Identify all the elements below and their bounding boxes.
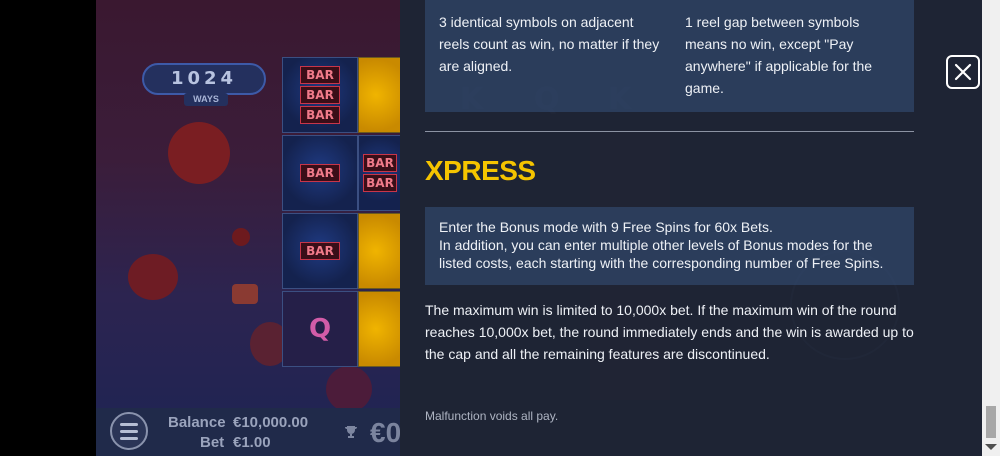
scroll-down-icon[interactable]: [985, 444, 997, 450]
reel-cell: BAR BAR BAR: [282, 57, 358, 133]
menu-icon-line: [120, 429, 138, 433]
rule-reel-gap: 1 reel gap between symbols means no win,…: [685, 14, 873, 96]
max-win-text: The maximum win is limited to 10,000x be…: [425, 302, 914, 362]
malfunction-text: Malfunction voids all pay.: [425, 409, 559, 423]
ways-label: WAYS: [184, 93, 228, 106]
bar-symbol: BAR: [300, 242, 340, 260]
xpress-line-1: Enter the Bonus mode with 9 Free Spins f…: [439, 219, 773, 235]
rule-adjacent-reels: 3 identical symbols on adjacent reels co…: [439, 14, 660, 74]
ways-number: 1024: [170, 68, 238, 89]
bar-symbol: BAR: [300, 86, 340, 104]
xpress-line-2: In addition, you can enter multiple othe…: [439, 237, 884, 271]
melon-decoration: [232, 284, 258, 304]
bet-value: €1.00: [233, 434, 271, 451]
close-icon: [954, 63, 972, 81]
menu-icon-line: [120, 422, 138, 426]
balance-value: €10,000.00: [233, 414, 309, 431]
balance-label: Balance: [168, 414, 226, 431]
bar-symbol: BAR: [363, 174, 397, 192]
reel-grid: BAR BAR BAR BAR BAR BAR BAR Q: [280, 57, 402, 367]
reel-cell-lemon: [358, 213, 402, 289]
scrollbar-thumb[interactable]: [986, 406, 996, 438]
reel-cell: BAR: [282, 213, 358, 289]
bar-symbol: BAR: [300, 106, 340, 124]
reel-cell: BAR: [282, 135, 358, 211]
reel-cell: BAR BAR: [358, 135, 402, 211]
menu-button[interactable]: [110, 412, 148, 450]
reel-cell-orange: [358, 291, 402, 367]
scrollbar[interactable]: [982, 0, 1000, 456]
section-divider: [425, 131, 914, 132]
reel-cell-lemon: [358, 57, 402, 133]
section-title: XPRESS: [425, 155, 536, 186]
bar-symbol: BAR: [363, 154, 397, 172]
q-symbol: Q: [308, 314, 332, 344]
xpress-description: Enter the Bonus mode with 9 Free Spins f…: [439, 218, 909, 272]
bar-symbol: BAR: [300, 66, 340, 84]
strawberry-decoration: [232, 228, 250, 246]
close-button[interactable]: [946, 55, 980, 89]
strawberry-decoration: [128, 254, 178, 300]
ways-badge: 1024 WAYS: [142, 63, 266, 106]
reel-cell: Q: [282, 291, 358, 367]
plum-decoration: [326, 366, 372, 412]
trophy-icon: [344, 425, 358, 442]
strawberry-decoration: [168, 122, 230, 184]
bet-label: Bet: [200, 434, 225, 451]
menu-icon-line: [120, 436, 138, 440]
bar-symbol: BAR: [300, 164, 340, 182]
